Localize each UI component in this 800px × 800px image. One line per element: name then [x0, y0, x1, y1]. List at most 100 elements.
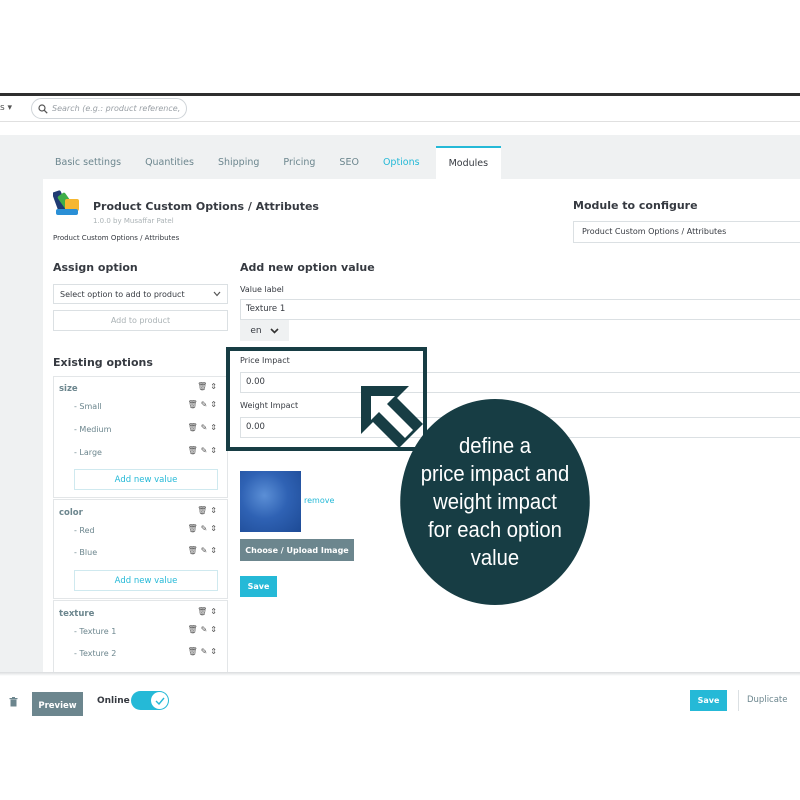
option-value: - Blue — [74, 548, 98, 557]
language-select[interactable]: en — [240, 320, 289, 341]
reorder-icon[interactable]: ⇕ — [210, 382, 217, 391]
trash-icon[interactable]: 🗑 — [187, 625, 197, 634]
assign-option-select[interactable]: Select option to add to product — [53, 284, 228, 304]
language-code: en — [250, 325, 262, 336]
footer-divider — [738, 690, 739, 711]
value-actions: 🗑 ✎ ⇕ — [187, 446, 217, 455]
module-configure-select[interactable]: Product Custom Options / Attributes — [573, 221, 800, 243]
add-new-value-button[interactable]: Add new value — [74, 570, 218, 591]
edit-icon[interactable]: ✎ — [201, 446, 208, 455]
callout-line: define a — [458, 433, 532, 458]
trash-icon[interactable]: 🗑 — [197, 506, 207, 515]
callout-line: value — [470, 545, 520, 570]
reorder-icon[interactable]: ⇕ — [210, 546, 217, 555]
module-subtitle: Product Custom Options / Attributes — [53, 234, 180, 242]
callout-line: weight impact — [433, 489, 557, 514]
group-actions: 🗑 ⇕ — [197, 607, 217, 616]
reorder-icon[interactable]: ⇕ — [210, 607, 217, 616]
value-label-caption: Value label — [240, 285, 284, 294]
option-group-size: size 🗑 ⇕ - Small 🗑 ✎ ⇕ - Medium 🗑 ✎ ⇕ - Large… — [53, 376, 228, 498]
trash-icon[interactable]: 🗑 — [187, 400, 197, 409]
value-actions: 🗑 ✎ ⇕ — [187, 524, 217, 533]
check-icon — [155, 697, 165, 705]
option-group-name: size — [59, 384, 78, 394]
save-product-button[interactable]: Save — [690, 690, 727, 711]
module-logo-icon — [53, 190, 79, 215]
edit-icon[interactable]: ✎ — [201, 546, 208, 555]
add-new-value-button[interactable]: Add new value — [74, 469, 218, 490]
trash-icon[interactable]: 🗑 — [187, 446, 197, 455]
value-label-input[interactable]: Texture 1 — [240, 299, 800, 320]
trash-icon[interactable]: 🗑 — [187, 423, 197, 432]
product-tabs: Basic settings Quantities Shipping Prici… — [43, 146, 502, 179]
trash-icon[interactable]: 🗑 — [187, 546, 197, 555]
tab-pricing[interactable]: Pricing — [271, 146, 327, 179]
module-version: 1.0.0 by Musaffar Patel — [93, 217, 174, 225]
edit-icon[interactable]: ✎ — [201, 423, 208, 432]
search-box[interactable] — [31, 98, 187, 119]
reorder-icon[interactable]: ⇕ — [210, 647, 217, 656]
callout-line: for each option — [428, 517, 562, 542]
menu-caret-icon[interactable]: s ▾ — [0, 103, 12, 113]
topbar: s ▾ — [0, 96, 800, 122]
tab-basic-settings[interactable]: Basic settings — [43, 146, 133, 179]
duplicate-button[interactable]: Duplicate — [747, 695, 788, 705]
reorder-icon[interactable]: ⇕ — [210, 506, 217, 515]
chevron-down-icon — [270, 327, 279, 334]
tab-seo[interactable]: SEO — [327, 146, 371, 179]
value-actions: 🗑 ✎ ⇕ — [187, 647, 217, 656]
online-label: Online — [97, 696, 130, 706]
assign-option-select-label: Select option to add to product — [60, 289, 185, 299]
search-input[interactable] — [52, 104, 182, 113]
edit-icon[interactable]: ✎ — [201, 400, 208, 409]
add-to-product-button[interactable]: Add to product — [53, 310, 228, 331]
option-value: - Texture 1 — [74, 627, 117, 636]
value-actions: 🗑 ✎ ⇕ — [187, 423, 217, 432]
configure-title: Module to configure — [573, 199, 698, 212]
tab-quantities[interactable]: Quantities — [133, 146, 206, 179]
trash-icon[interactable]: 🗑 — [197, 382, 207, 391]
reorder-icon[interactable]: ⇕ — [210, 446, 217, 455]
value-actions: 🗑 ✎ ⇕ — [187, 546, 217, 555]
texture-image — [240, 471, 301, 532]
option-value: - Texture 2 — [74, 649, 117, 658]
tab-options[interactable]: Options — [371, 146, 432, 179]
tab-shipping[interactable]: Shipping — [206, 146, 271, 179]
value-actions: 🗑 ✎ ⇕ — [187, 400, 217, 409]
trash-icon[interactable]: 🗑 — [187, 524, 197, 533]
remove-image-link[interactable]: remove — [304, 496, 334, 505]
reorder-icon[interactable]: ⇕ — [210, 524, 217, 533]
tab-modules[interactable]: Modules — [435, 146, 502, 179]
chevron-down-icon — [213, 291, 221, 297]
option-value: - Large — [74, 448, 102, 457]
callout-line: price impact and — [420, 461, 570, 486]
footer-bar: Preview Online Save Duplicate — [0, 676, 800, 726]
reorder-icon[interactable]: ⇕ — [210, 625, 217, 634]
upload-image-button[interactable]: Choose / Upload Image — [240, 539, 354, 561]
option-value: - Medium — [74, 425, 112, 434]
existing-options-heading: Existing options — [53, 356, 153, 369]
trash-icon[interactable]: 🗑 — [187, 647, 197, 656]
reorder-icon[interactable]: ⇕ — [210, 423, 217, 432]
reorder-icon[interactable]: ⇕ — [210, 400, 217, 409]
delete-product-icon[interactable] — [9, 697, 18, 707]
group-actions: 🗑 ⇕ — [197, 506, 217, 515]
search-icon — [38, 103, 48, 114]
edit-icon[interactable]: ✎ — [201, 647, 208, 656]
callout-bubble: define a price impact and weight impact … — [400, 399, 590, 605]
edit-icon[interactable]: ✎ — [201, 524, 208, 533]
add-option-value-heading: Add new option value — [240, 261, 375, 274]
save-option-value-button[interactable]: Save — [240, 576, 277, 597]
online-toggle[interactable] — [131, 691, 169, 710]
option-group-color: color 🗑 ⇕ - Red 🗑 ✎ ⇕ - Blue 🗑 ✎ ⇕ Add new va… — [53, 499, 228, 599]
trash-icon[interactable]: 🗑 — [197, 607, 207, 616]
value-actions: 🗑 ✎ ⇕ — [187, 625, 217, 634]
toggle-knob — [151, 692, 168, 709]
arrow-icon — [361, 386, 423, 448]
edit-icon[interactable]: ✎ — [201, 625, 208, 634]
option-value: - Red — [74, 526, 95, 535]
assign-option-heading: Assign option — [53, 261, 138, 274]
preview-button[interactable]: Preview — [32, 692, 83, 716]
option-group-name: texture — [59, 609, 95, 619]
group-actions: 🗑 ⇕ — [197, 382, 217, 391]
